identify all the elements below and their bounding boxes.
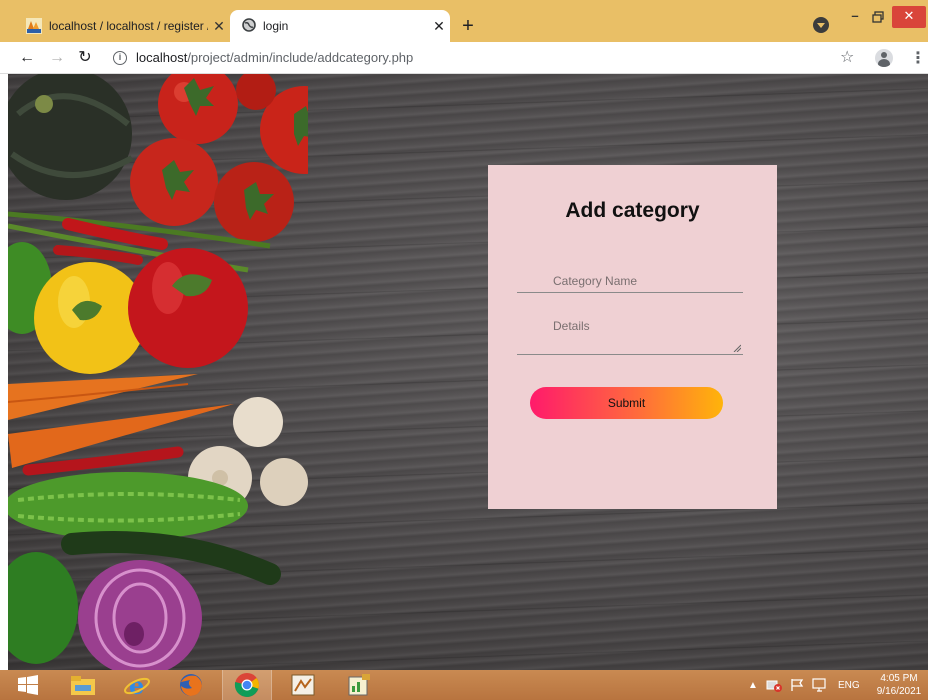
file-explorer-icon[interactable] (58, 670, 108, 700)
browser-toolbar: ← → ↻ i localhost/project/admin/include/… (0, 42, 928, 74)
url-host: localhost (136, 50, 188, 65)
page-content: Add category Submit (0, 74, 928, 670)
reload-icon[interactable]: ↻ (74, 47, 96, 69)
address-bar[interactable]: localhost/project/admin/include/addcateg… (136, 50, 413, 65)
app-icon[interactable] (334, 670, 384, 700)
tab-login[interactable]: login ✕ (230, 10, 450, 42)
input-language[interactable]: ENG (838, 670, 860, 700)
clock-time: 4:05 PM (880, 673, 918, 684)
form-title: Add category (565, 199, 700, 222)
close-window-button[interactable]: ✕ (892, 6, 926, 28)
new-tab-button[interactable]: + (458, 14, 478, 38)
minimize-window-button[interactable]: – (846, 6, 864, 28)
browser-tab-strip: localhost / localhost / register / s ✕ l… (0, 0, 928, 42)
window-edge (0, 74, 8, 670)
url-path: /project/admin/include/addcategory.php (187, 50, 414, 65)
globe-icon (242, 17, 256, 35)
details-textarea[interactable] (517, 313, 743, 354)
action-center-flag-icon[interactable] (790, 670, 804, 700)
back-arrow-icon[interactable]: ← (16, 47, 38, 69)
site-info-icon[interactable]: i (113, 51, 127, 65)
windows-start-icon[interactable] (0, 670, 56, 700)
phpmyadmin-icon (26, 18, 42, 34)
internet-explorer-icon[interactable]: e (112, 670, 162, 700)
show-hidden-icons-icon[interactable]: ▲ (748, 670, 758, 700)
clock-date: 9/16/2021 (876, 686, 922, 697)
category-name-field (517, 263, 743, 293)
firefox-icon[interactable] (166, 670, 216, 700)
submit-button[interactable]: Submit (530, 387, 723, 419)
forward-arrow-icon[interactable]: → (46, 47, 68, 69)
vegetables-image (8, 74, 308, 670)
chrome-icon[interactable] (222, 670, 272, 700)
add-category-card: Add category Submit (488, 165, 777, 509)
tab-title: login (263, 19, 289, 33)
windows-taskbar: e ▲ ENG 4:05 PM 9/16/2021 (0, 670, 928, 700)
close-tab-icon[interactable]: ✕ (428, 18, 450, 35)
category-name-input[interactable] (517, 263, 743, 292)
display-icon[interactable] (812, 670, 828, 700)
tab-title: localhost / localhost / register / s (49, 19, 208, 33)
account-icon[interactable] (875, 49, 893, 67)
xampp-icon[interactable] (278, 670, 328, 700)
details-field (517, 313, 743, 355)
tab-phpmyadmin[interactable]: localhost / localhost / register / s ✕ (18, 10, 230, 42)
bookmark-star-icon[interactable]: ☆ (840, 47, 854, 67)
restore-window-button[interactable] (868, 6, 888, 28)
browser-menu-icon[interactable]: ⋮ (910, 48, 926, 68)
network-error-icon[interactable] (766, 670, 782, 700)
taskbar-clock[interactable]: 4:05 PM 9/16/2021 (872, 672, 926, 698)
svg-text:e: e (129, 672, 144, 698)
close-tab-icon[interactable]: ✕ (208, 18, 230, 35)
tab-search-icon[interactable] (813, 17, 829, 33)
resize-grip-icon[interactable] (733, 344, 741, 352)
